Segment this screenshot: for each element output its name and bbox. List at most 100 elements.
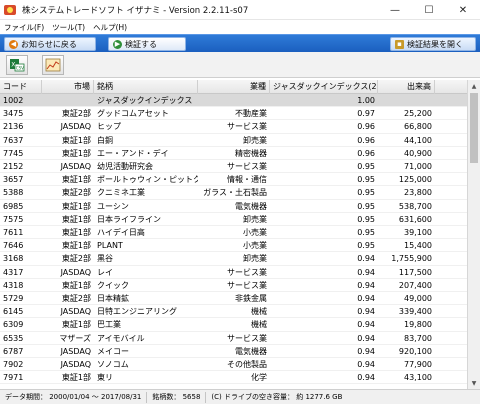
close-button[interactable]: ✕ (446, 0, 480, 20)
app-icon (4, 4, 18, 16)
cell-sector: 不動産業 (235, 109, 267, 119)
cell-market: 東証2部 (61, 294, 91, 303)
cell-market: 東証2部 (61, 109, 91, 119)
cell-index: 0.94 (357, 307, 375, 317)
table-row[interactable]: 7745 東証1部 エー・アンド・デイ 精密機器 0.96 40,900 (0, 147, 467, 160)
table-row[interactable]: 6787 JASDAQ メイコー 電気機器 0.94 920,100 (0, 345, 467, 358)
chart-view-button[interactable] (42, 55, 64, 75)
back-to-news-button[interactable]: ◀ お知らせに戻る (4, 37, 96, 51)
cell-code: 1002 (3, 96, 24, 105)
header-name[interactable]: 銘柄 (94, 80, 198, 94)
play-icon: ▶ (113, 39, 122, 49)
status-count: 銘柄数： 5658 (147, 391, 207, 403)
cell-sector: ガラス・土石製品 (203, 188, 267, 198)
cell-market: 東証1部 (61, 214, 91, 224)
cell-name: ユーシン (97, 201, 129, 211)
cell-market: 東証1部 (61, 241, 91, 251)
cell-index: 0.94 (357, 294, 375, 303)
cell-index: 0.94 (357, 360, 375, 369)
cell-index: 0.94 (357, 333, 375, 343)
cell-code: 5729 (3, 294, 24, 303)
cell-sector: 電気機器 (235, 346, 267, 356)
open-results-button[interactable]: ▪ 検証結果を開く (390, 37, 476, 51)
scroll-thumb[interactable] (470, 93, 478, 163)
cell-sector: 電気機器 (235, 201, 267, 211)
cell-market: 東証1部 (61, 373, 91, 383)
table-row[interactable]: 7971 東証1部 東リ 化学 0.94 43,100 (0, 371, 467, 385)
cell-index: 0.95 (357, 214, 375, 224)
cell-market: 東証1部 (61, 280, 91, 290)
menu-help[interactable]: ヘルプ(H) (89, 22, 131, 33)
cell-name: ポールトゥウィン・ピットクルー… (97, 175, 198, 185)
cell-market: 東証1部 (61, 175, 91, 185)
table-row[interactable]: 3168 東証2部 黒谷 卸売業 0.94 1,755,900 (0, 252, 467, 266)
cell-index: 0.96 (357, 148, 375, 158)
status-bar: データ期間： 2000/01/04 ～ 2017/08/31 銘柄数： 5658… (0, 389, 480, 404)
table-row[interactable]: 5729 東証2部 日本精鉱 非鉄金属 0.94 49,000 (0, 292, 467, 306)
table-row[interactable]: 7637 東証1部 白銅 卸売業 0.96 44,100 (0, 134, 467, 147)
table-row[interactable]: 7611 東証1部 ハイデイ日高 小売業 0.95 39,100 (0, 226, 467, 240)
cell-volume: 44,100 (404, 135, 432, 145)
table-row[interactable]: 7575 東証1部 日本ライフライン 卸売業 0.95 631,600 (0, 213, 467, 226)
table-row[interactable]: 6985 東証1部 ユーシン 電気機器 0.95 538,700 (0, 200, 467, 213)
cell-name: アイモバイル (97, 333, 145, 343)
cell-market: 東証2部 (61, 254, 91, 264)
header-sector[interactable]: 業種 (198, 80, 270, 94)
header-index[interactable]: ジャスダックインデックス(20) (270, 80, 378, 94)
back-to-news-label: お知らせに戻る (21, 39, 77, 49)
cell-market: マザーズ (59, 333, 91, 343)
table-row[interactable]: 7646 東証1部 PLANT 小売業 0.95 15,400 (0, 239, 467, 253)
menu-tools[interactable]: ツール(T) (48, 22, 89, 33)
cell-volume: 631,600 (398, 214, 432, 224)
csv-export-button[interactable]: X CSV (6, 55, 28, 75)
table-row[interactable]: 6535 マザーズ アイモバイル サービス業 0.94 83,700 (0, 332, 467, 345)
header-code[interactable]: コード (0, 80, 42, 94)
cell-sector: 小売業 (243, 241, 267, 251)
cell-market: JASDAQ (60, 267, 91, 277)
cell-name: 白銅 (97, 135, 113, 145)
cell-volume: 125,000 (398, 175, 432, 185)
cell-sector: 小売業 (243, 228, 267, 237)
cell-volume: 15,400 (404, 241, 432, 251)
cell-index: 0.94 (357, 267, 375, 277)
cell-volume: 1,755,900 (391, 254, 432, 264)
back-arrow-icon: ◀ (9, 39, 18, 49)
verify-tab[interactable]: ▶ 検証する (108, 37, 186, 51)
scroll-down-icon[interactable]: ▼ (468, 377, 480, 389)
cell-code: 5388 (3, 188, 24, 198)
minimize-button[interactable]: — (378, 0, 412, 20)
cell-code: 7611 (3, 228, 24, 237)
vertical-scrollbar[interactable]: ▲ ▼ (467, 80, 480, 389)
cell-sector: 卸売業 (243, 254, 267, 264)
cell-name: クニミネ工業 (97, 188, 145, 198)
cell-name: エー・アンド・デイ (97, 148, 169, 158)
table-row[interactable]: 3657 東証1部ポールトゥウィン・ピットクルー… 情報・通信 0.95 125,000 (0, 173, 467, 187)
table-row[interactable]: 2152 JASDAQ 幼児活動研究会 サービス業 0.95 71,000 (0, 160, 467, 174)
scroll-up-icon[interactable]: ▲ (468, 80, 480, 92)
table-row[interactable]: 1002 ジャスダックインデックス 1.00 (0, 94, 467, 108)
table-row[interactable]: 4318 東証1部 クイック サービス業 0.94 207,400 (0, 279, 467, 292)
cell-name: ヒップ (97, 122, 121, 132)
header-market[interactable]: 市場 (42, 80, 94, 94)
table-row[interactable]: 5388 東証2部 クニミネ工業 ガラス・土石製品 0.95 23,800 (0, 186, 467, 200)
table-row[interactable]: 6145 JASDAQ 日特エンジニアリング 機械 0.94 339,400 (0, 305, 467, 319)
cell-market: JASDAQ (60, 360, 91, 369)
header-volume[interactable]: 出来高 (378, 80, 435, 94)
table-row[interactable]: 7902 JASDAQ ソノコム その他製品 0.94 77,900 (0, 358, 467, 372)
cell-volume: 339,400 (398, 307, 432, 317)
menu-file[interactable]: ファイル(F) (0, 22, 48, 33)
cell-code: 4317 (3, 267, 24, 277)
chart-icon (45, 58, 61, 72)
maximize-button[interactable]: ☐ (412, 0, 446, 20)
cell-market: 東証1部 (61, 148, 91, 158)
table-row[interactable]: 3475 東証2部 グッドコムアセット 不動産業 0.97 25,200 (0, 107, 467, 121)
table-row[interactable]: 4317 JASDAQ レイ サービス業 0.94 117,500 (0, 266, 467, 279)
title-bar: 株システムトレードソフト イザナミ - Version 2.2.11-s07 —… (0, 0, 480, 20)
table-row[interactable]: 6309 東証1部 巴工業 機械 0.94 19,800 (0, 318, 467, 332)
cell-code: 6535 (3, 333, 24, 343)
cell-code: 4318 (3, 280, 24, 290)
cell-market: 東証1部 (61, 228, 91, 237)
cell-volume: 117,500 (398, 267, 432, 277)
table-row[interactable]: 2136 JASDAQ ヒップ サービス業 0.96 66,800 (0, 120, 467, 134)
cell-index: 0.95 (357, 188, 375, 198)
